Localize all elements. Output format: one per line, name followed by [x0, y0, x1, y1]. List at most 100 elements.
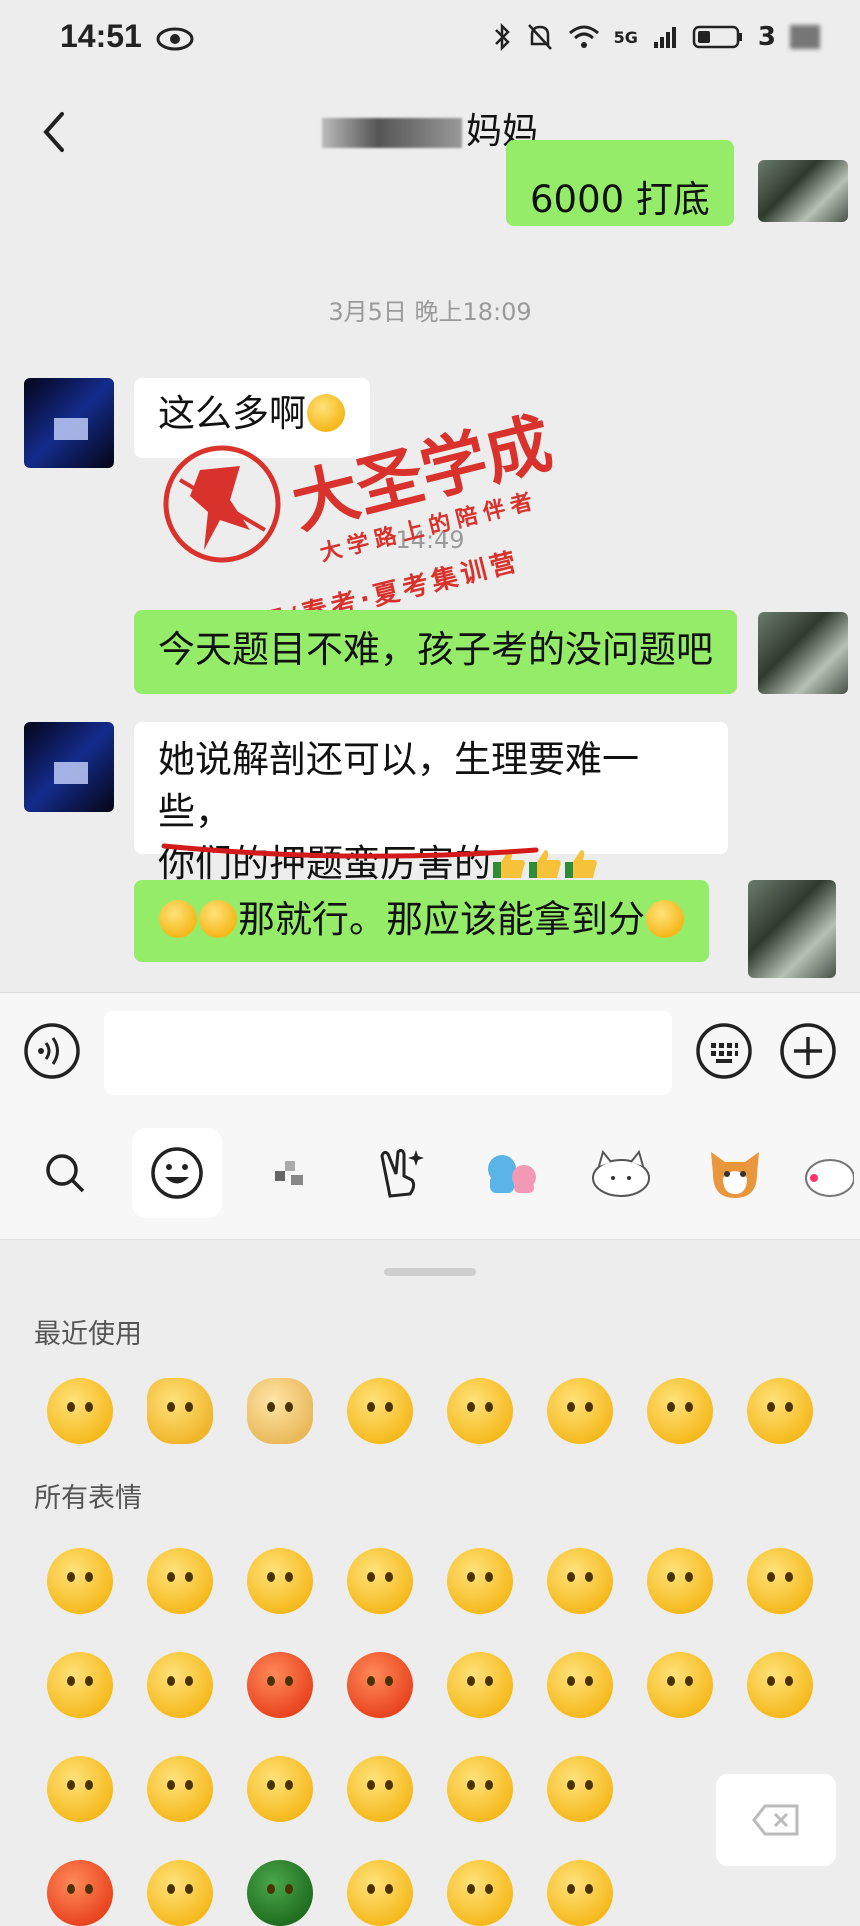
status-bar: 14:51 5G 3: [0, 0, 860, 82]
plus-icon[interactable]: [778, 1021, 838, 1081]
emoji-item[interactable]: [330, 1756, 430, 1822]
emoji-item[interactable]: [430, 1756, 530, 1822]
emoji-item[interactable]: [230, 1548, 330, 1614]
emoji-item[interactable]: [730, 1378, 830, 1444]
emoji-item[interactable]: [530, 1548, 630, 1614]
emoji-item[interactable]: [530, 1378, 630, 1444]
panel-drag-handle[interactable]: [384, 1268, 476, 1276]
tab-smiley[interactable]: [132, 1128, 222, 1218]
message-bubble-sent[interactable]: 那就行。那应该能拿到分: [134, 880, 709, 962]
emoji-item[interactable]: [30, 1652, 130, 1718]
message-bubble-sent-partial[interactable]: 6000 打底: [506, 140, 734, 226]
school-logo-watermark: 大圣学成 大学路上的陪伴者 单招/春考·夏考集训营: [163, 403, 559, 610]
white-rabbit-icon: [805, 1159, 854, 1197]
red-underline-annotation: [161, 843, 539, 859]
battery-icon: [692, 25, 742, 49]
smile-emoji-icon: [47, 1548, 113, 1614]
tab-search[interactable]: [20, 1128, 110, 1218]
blush-emoji-icon: [47, 1756, 113, 1822]
tab-sticker-pack-3[interactable]: [690, 1128, 780, 1218]
shocked-emoji-icon: [547, 1756, 613, 1822]
tongue-emoji-icon: [447, 1652, 513, 1718]
ok-hand-emoji-icon: [147, 1378, 213, 1444]
wow-emoji-icon: [347, 1378, 413, 1444]
delete-button[interactable]: [716, 1774, 836, 1866]
shush-emoji-icon: [547, 1860, 613, 1926]
emoji-item[interactable]: [130, 1548, 230, 1614]
heart-eyes-emoji-icon: [247, 1548, 313, 1614]
thumbs-up-icon: [565, 850, 597, 878]
keyboard-icon[interactable]: [694, 1021, 754, 1081]
emoji-item[interactable]: [430, 1548, 530, 1614]
tab-sticker-pack-1[interactable]: [466, 1128, 556, 1218]
emoji-item[interactable]: [730, 1652, 830, 1718]
tab-sticker-pack-4[interactable]: [800, 1128, 860, 1218]
emoji-item[interactable]: [30, 1548, 130, 1614]
emoji-item[interactable]: [230, 1756, 330, 1822]
avatar-self[interactable]: [748, 880, 836, 978]
blurred-name-mask: [321, 118, 462, 148]
emoji-item[interactable]: [430, 1378, 530, 1444]
emoji-item[interactable]: [130, 1378, 230, 1444]
emoji-item[interactable]: [30, 1378, 130, 1444]
recent-emoji-grid: [30, 1378, 830, 1444]
nose-pick-emoji-icon: [347, 1860, 413, 1926]
status-time: 14:51: [60, 18, 142, 54]
network-type: 5G: [613, 27, 638, 47]
emoji-item[interactable]: [230, 1860, 330, 1926]
message-bubble-sent[interactable]: 今天题目不难，孩子考的没问题吧: [134, 610, 737, 694]
tab-custom[interactable]: [246, 1128, 336, 1218]
blue-pink-characters-icon: [488, 1155, 536, 1193]
shy-emoji-icon: [647, 1548, 713, 1614]
emoji-item[interactable]: [330, 1652, 430, 1718]
emoji-item[interactable]: [530, 1652, 630, 1718]
blurred-status-mask: [790, 25, 820, 49]
sick-emoji-icon: [247, 1756, 313, 1822]
scream-emoji-icon: [147, 1756, 213, 1822]
emoji-item[interactable]: [630, 1378, 730, 1444]
tab-gesture[interactable]: [356, 1128, 446, 1218]
emoji-item[interactable]: [130, 1860, 230, 1926]
bluetooth-icon: [494, 22, 510, 52]
emoji-item[interactable]: [30, 1860, 130, 1926]
watermark-subtitle: 单招/春考·夏考集训营: [227, 546, 523, 610]
battery-level: 3: [757, 22, 776, 52]
doge-emoji-icon: [247, 1378, 313, 1444]
zipped-mouth-emoji-icon: [747, 1548, 813, 1614]
avatar-contact[interactable]: [24, 722, 114, 812]
emoji-item[interactable]: [630, 1548, 730, 1614]
angry-emoji-icon: [347, 1652, 413, 1718]
emoji-item[interactable]: [430, 1860, 530, 1926]
emoji-item[interactable]: [30, 1756, 130, 1822]
whistle-emoji-icon: [447, 1378, 513, 1444]
emoji-item[interactable]: [230, 1378, 330, 1444]
message-input[interactable]: [104, 1011, 672, 1095]
worried-emoji-icon: [147, 1548, 213, 1614]
emoji-item[interactable]: [130, 1756, 230, 1822]
message-input-bar: [0, 992, 860, 1110]
tab-sticker-pack-2[interactable]: [576, 1128, 666, 1218]
emoji-item[interactable]: [330, 1378, 430, 1444]
smirk-emoji-icon: [47, 1378, 113, 1444]
emoji-item[interactable]: [230, 1652, 330, 1718]
emoji-item[interactable]: [330, 1860, 430, 1926]
message-bubble-received[interactable]: 她说解剖还可以，生理要难一些， 你们的押题蛮厉害的: [134, 722, 728, 885]
emoji-item[interactable]: [330, 1548, 430, 1614]
emoji-item[interactable]: [130, 1652, 230, 1718]
ok-hand-emoji-icon: [159, 900, 197, 938]
corgi-dog-icon: [711, 1152, 759, 1198]
avatar-self[interactable]: [758, 612, 848, 694]
avatar-contact[interactable]: [24, 378, 114, 468]
crying-emoji-icon: [547, 1548, 613, 1614]
laugh-cry-emoji-icon: [647, 1378, 713, 1444]
question-emoji-icon: [447, 1860, 513, 1926]
emoji-item[interactable]: [530, 1860, 630, 1926]
voice-icon[interactable]: [22, 1021, 82, 1081]
emoji-item[interactable]: [630, 1652, 730, 1718]
white-cat-icon: [592, 1149, 650, 1197]
emoji-item[interactable]: [530, 1756, 630, 1822]
emoji-item[interactable]: [730, 1548, 830, 1614]
furious-emoji-icon: [47, 1860, 113, 1926]
emoji-item[interactable]: [430, 1652, 530, 1718]
avatar-self[interactable]: [758, 160, 848, 222]
